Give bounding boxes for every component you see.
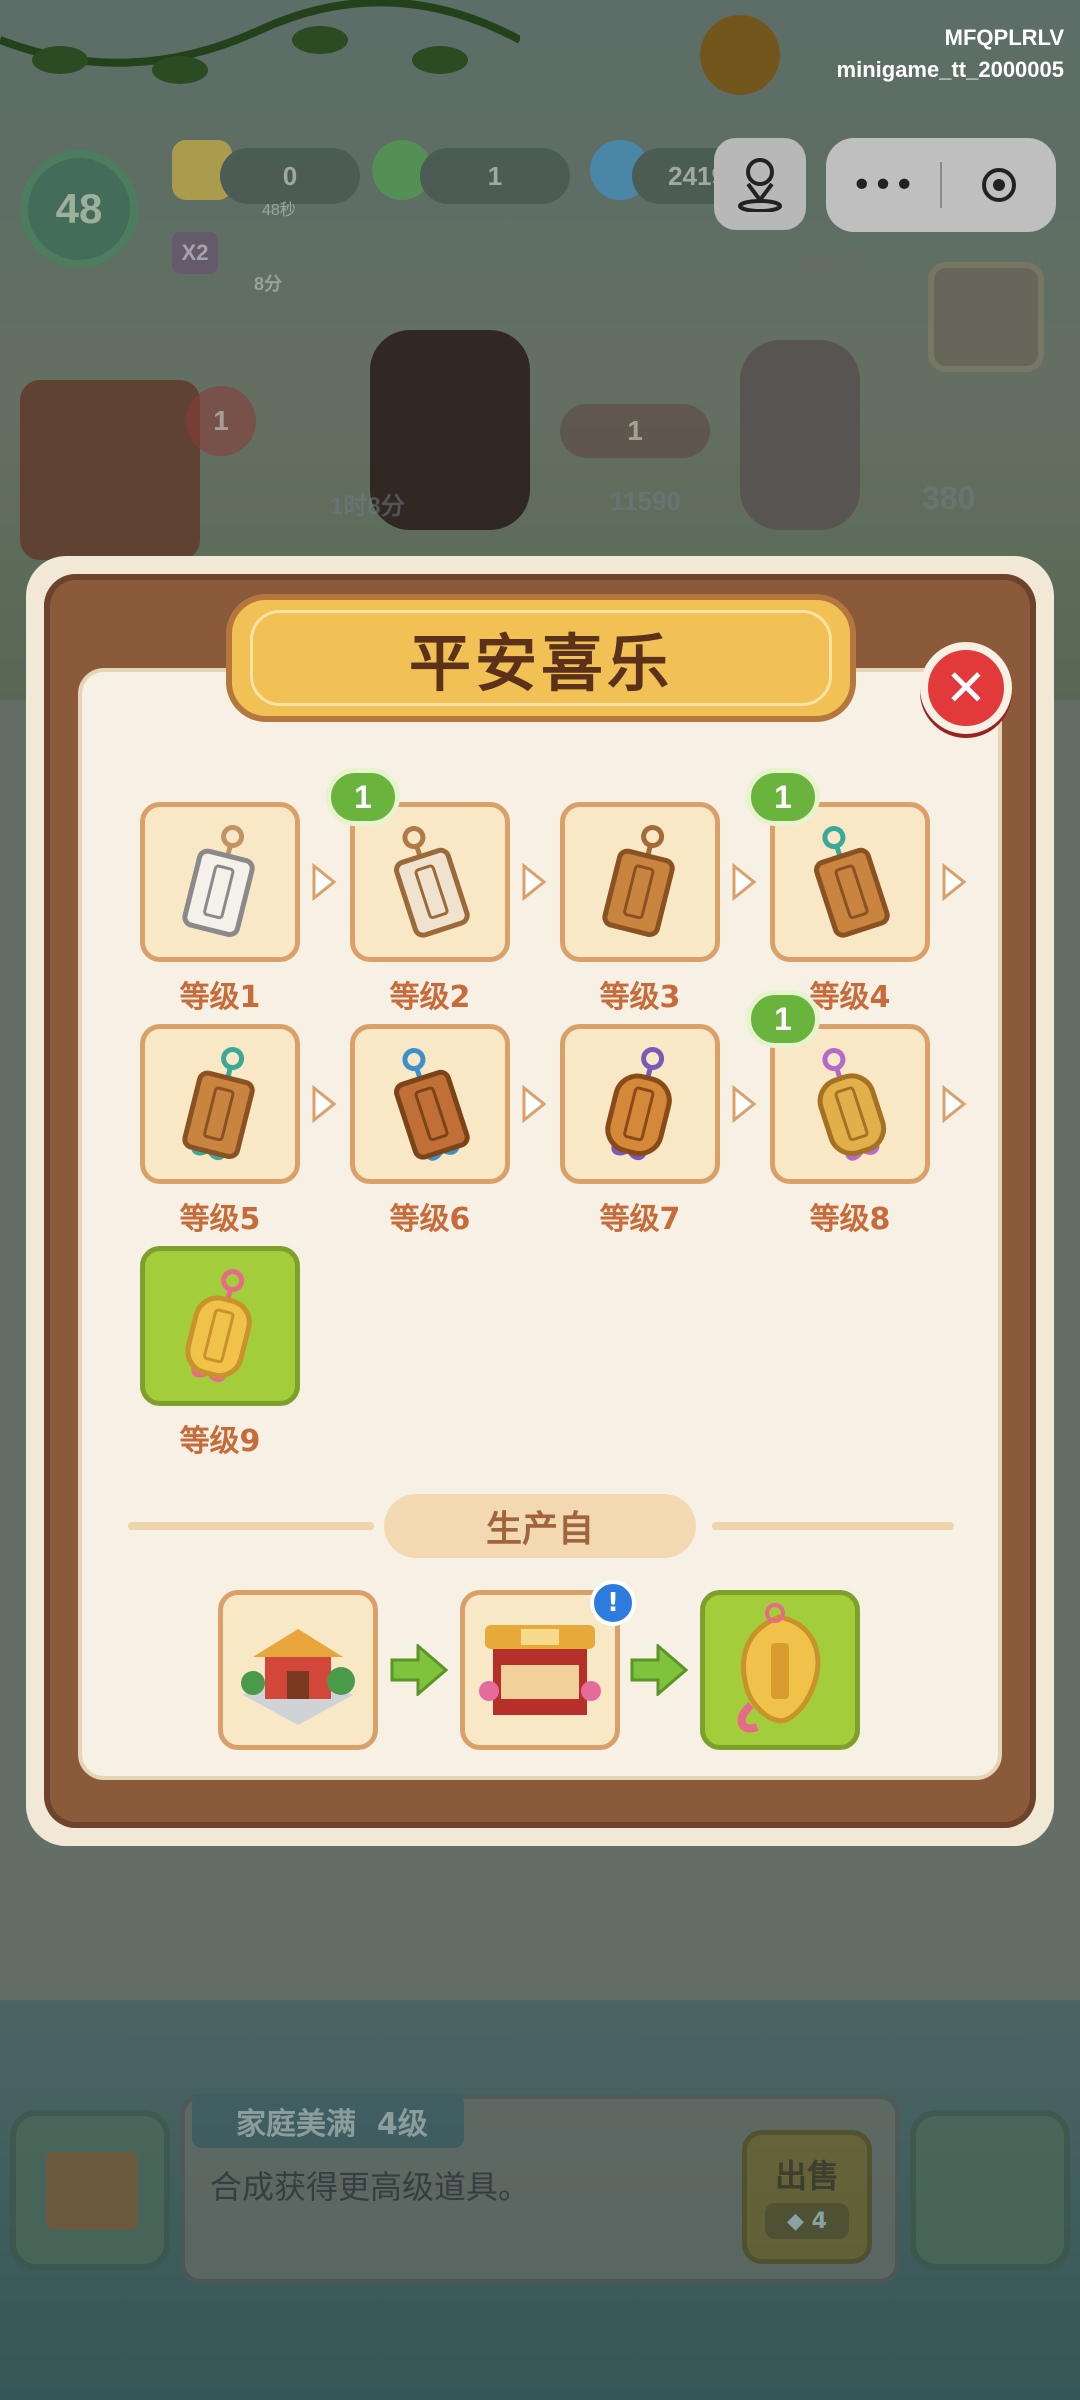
level-label-7: 等级7	[599, 1202, 681, 1237]
divider-left	[128, 1522, 374, 1530]
mini-program-capsule: •••	[826, 138, 1056, 232]
count-badge-8: 1	[746, 990, 820, 1050]
level-tile-1[interactable]	[140, 802, 300, 962]
badge-count: 1	[774, 778, 792, 815]
watermark: MFQPLRLV minigame_tt_2000005	[837, 22, 1064, 86]
level-label-6: 等级6	[389, 1202, 471, 1237]
source-temple-tile[interactable]	[218, 1590, 378, 1750]
sell-price-value: 4	[811, 2208, 827, 2234]
more-dots-icon: •••	[851, 164, 915, 206]
amulet-icon	[602, 825, 675, 938]
next-arrow-icon	[518, 862, 548, 902]
amulet-icon	[814, 826, 890, 938]
alert-badge: !	[590, 1580, 636, 1626]
next-arrow-icon	[308, 1084, 338, 1124]
source-result-tile[interactable]	[700, 1590, 860, 1750]
close-icon: ✕	[945, 659, 987, 717]
target-icon	[982, 168, 1016, 202]
sell-price: ◆ 4	[765, 2203, 849, 2239]
crate-icon	[46, 2152, 138, 2230]
task-description: 合成获得更高级道具。	[210, 2168, 531, 2206]
sell-button[interactable]: 出售 ◆ 4	[742, 2130, 872, 2264]
next-arrow-icon	[728, 862, 758, 902]
watermark-line2: minigame_tt_2000005	[836, 57, 1064, 82]
level-label-2: 等级2	[389, 980, 471, 1015]
amulet-icon	[394, 826, 470, 938]
count-badge-2: 1	[326, 768, 400, 828]
watermark-line1: MFQPLRLV	[944, 25, 1064, 50]
task-tag: 家庭美满 4级	[192, 2094, 464, 2148]
next-arrow-icon	[938, 1084, 968, 1124]
level-tile-9[interactable]	[140, 1246, 300, 1406]
amulet-icon	[394, 1048, 470, 1161]
next-arrow-icon	[728, 1084, 758, 1124]
temple-building-icon	[241, 1629, 355, 1725]
golden-amulet-icon	[737, 1603, 821, 1733]
map-button[interactable]	[910, 2110, 1070, 2270]
amulet-icon	[817, 1048, 887, 1161]
gem-icon: ◆	[787, 2208, 804, 2234]
more-menu-button[interactable]: •••	[826, 165, 940, 206]
close-button[interactable]: ✕	[920, 642, 1012, 734]
chain-arrow-icon	[390, 1644, 448, 1696]
task-title: 家庭美满	[236, 2107, 356, 2142]
level-tile-7[interactable]	[560, 1024, 720, 1184]
modal-title-banner: 平安喜乐	[226, 594, 856, 722]
level-tile-5[interactable]	[140, 1024, 300, 1184]
gift-stall-icon	[479, 1625, 601, 1715]
level-label-1: 等级1	[179, 980, 261, 1015]
level-label-5: 等级5	[179, 1202, 261, 1237]
count-badge-4: 1	[746, 768, 820, 828]
amulet-icon	[182, 1047, 255, 1161]
level-label-8: 等级8	[809, 1202, 891, 1237]
divider-right	[712, 1522, 954, 1530]
level-tile-3[interactable]	[560, 802, 720, 962]
chain-arrow-icon	[630, 1644, 688, 1696]
inventory-button[interactable]	[10, 2110, 170, 2270]
next-arrow-icon	[938, 862, 968, 902]
close-miniprogram-button[interactable]	[942, 168, 1056, 202]
level-label-9: 等级9	[179, 1424, 261, 1459]
sell-label: 出售	[774, 2157, 839, 2195]
level-label-3: 等级3	[599, 980, 681, 1015]
badge-count: 1	[354, 778, 372, 815]
source-title: 生产自	[384, 1494, 696, 1558]
amulet-icon	[185, 1269, 252, 1383]
amulet-icon	[605, 1047, 672, 1161]
next-arrow-icon	[308, 862, 338, 902]
profile-button[interactable]	[714, 138, 806, 230]
level-tile-6[interactable]	[350, 1024, 510, 1184]
next-arrow-icon	[518, 1084, 548, 1124]
modal-title: 平安喜乐	[408, 627, 673, 700]
badge-count: 1	[774, 1000, 792, 1037]
task-level: 4级	[376, 2107, 428, 2142]
user-pin-icon	[738, 158, 782, 212]
amulet-icon	[182, 825, 255, 938]
